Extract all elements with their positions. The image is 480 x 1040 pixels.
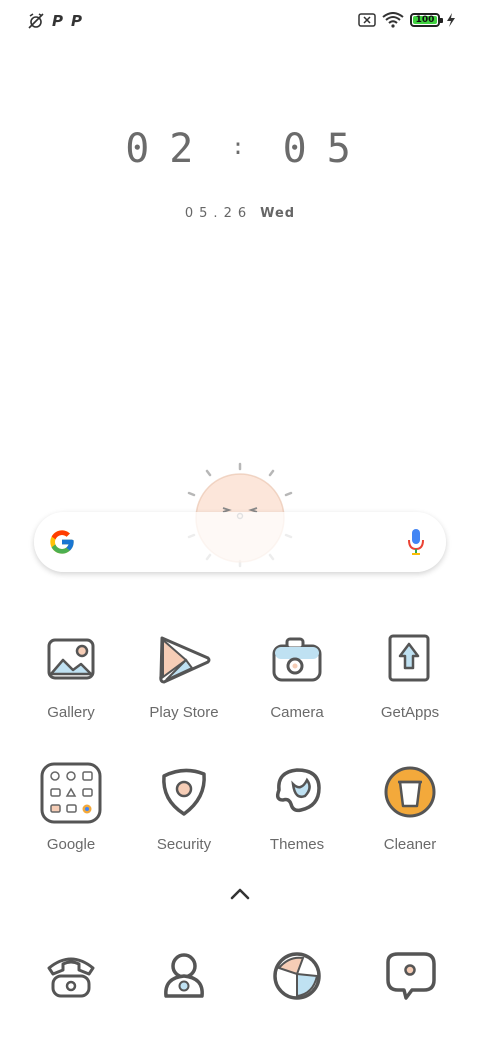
cleaner-icon — [384, 766, 436, 818]
phone-icon[interactable] — [39, 946, 103, 1010]
app-label: Themes — [269, 836, 325, 853]
charging-icon — [447, 13, 455, 27]
app-themes[interactable]: Themes — [241, 762, 353, 853]
themes-icon — [275, 768, 321, 813]
security-icon — [162, 768, 206, 816]
app-play-store[interactable]: Play Store — [128, 630, 240, 721]
status-bar: P P 100 — [0, 0, 480, 42]
alarm-off-icon — [28, 13, 44, 29]
app-label: Camera — [270, 704, 324, 721]
chevron-up-icon[interactable] — [228, 886, 252, 902]
app-label: Cleaner — [383, 836, 437, 853]
date-label: 05.26 Wed — [0, 206, 480, 221]
sim-off-icon — [358, 13, 376, 27]
google-g-icon — [50, 530, 74, 554]
battery-level: 100 — [413, 15, 437, 25]
contacts-icon[interactable] — [152, 946, 216, 1010]
app-camera[interactable]: Camera — [241, 630, 353, 721]
clock-minute-tens: 0 — [282, 126, 311, 172]
status-left: P P — [28, 12, 82, 30]
date-day: 05.26 — [184, 206, 253, 221]
app-label: Google — [46, 836, 96, 853]
gallery-icon — [47, 638, 95, 680]
google-folder-icon — [40, 762, 102, 824]
clock-hour-tens: 0 — [125, 126, 154, 172]
p-icon: P — [71, 12, 82, 30]
clock-widget[interactable]: 02:05 — [0, 126, 480, 172]
wifi-icon — [382, 12, 404, 28]
getapps-icon — [388, 634, 430, 682]
play-store-icon — [159, 636, 211, 684]
app-gallery[interactable]: Gallery — [15, 630, 127, 721]
camera-icon — [272, 637, 322, 682]
app-security[interactable]: Security — [128, 762, 240, 853]
battery-icon: 100 — [410, 13, 443, 27]
date-weekday: Wed — [260, 206, 296, 221]
clock-hour-ones: 2 — [169, 126, 198, 172]
app-getapps[interactable]: GetApps — [354, 630, 466, 721]
p-icon: P — [52, 12, 63, 30]
clock-minute-ones: 5 — [326, 126, 355, 172]
app-label: Gallery — [47, 704, 95, 721]
app-label: GetApps — [380, 704, 440, 721]
browser-icon[interactable] — [265, 946, 329, 1010]
messages-icon[interactable] — [378, 946, 442, 1010]
status-right: 100 — [358, 12, 456, 28]
google-search-bar[interactable] — [34, 512, 446, 572]
clock-separator: : — [231, 134, 249, 160]
app-label: Play Store — [149, 704, 219, 721]
app-label: Security — [156, 836, 212, 853]
mic-icon[interactable] — [408, 528, 424, 556]
app-cleaner[interactable]: Cleaner — [354, 762, 466, 853]
app-google-folder[interactable]: Google — [15, 762, 127, 853]
